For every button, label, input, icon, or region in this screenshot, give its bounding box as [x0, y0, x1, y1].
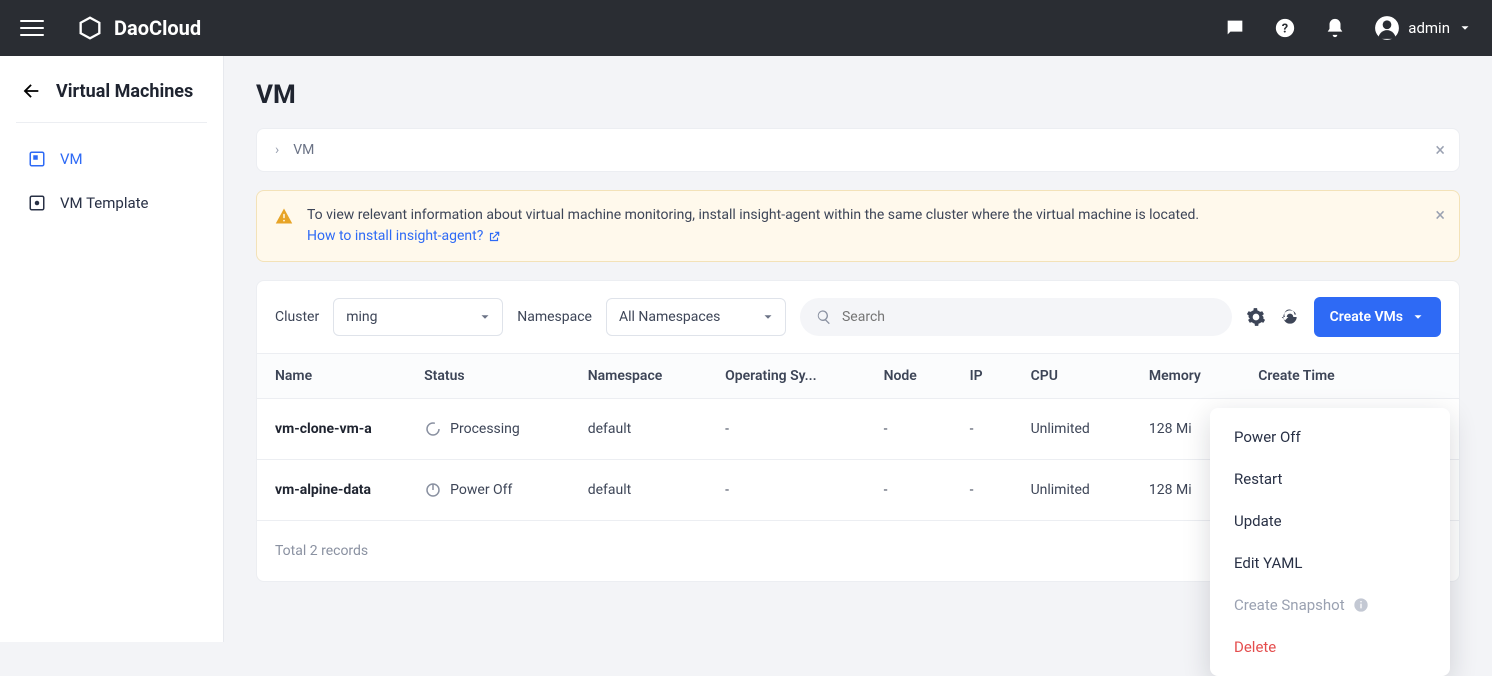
refresh-icon[interactable]: [1280, 307, 1300, 327]
gear-icon[interactable]: [1246, 307, 1266, 327]
col-ip[interactable]: IP: [952, 354, 1013, 399]
bell-icon[interactable]: [1324, 17, 1346, 39]
create-vm-button[interactable]: Create VMs: [1314, 297, 1441, 337]
cell-ip: -: [952, 399, 1013, 460]
menu-delete[interactable]: Delete: [1210, 626, 1450, 668]
page-title: VM: [256, 80, 1460, 110]
sidebar-title: Virtual Machines: [56, 81, 193, 102]
help-icon[interactable]: ?: [1274, 17, 1296, 39]
cell-ip: -: [952, 460, 1013, 521]
col-os[interactable]: Operating Sy...: [707, 354, 865, 399]
template-icon: [28, 194, 46, 212]
user-name: admin: [1408, 19, 1450, 37]
menu-edit-yaml[interactable]: Edit YAML: [1210, 542, 1450, 584]
cell-node: -: [866, 460, 952, 521]
cell-cpu: Unlimited: [1013, 460, 1131, 521]
col-name[interactable]: Name: [257, 354, 406, 399]
menu-power-off[interactable]: Power Off: [1210, 416, 1450, 458]
brand-logo-icon: [76, 14, 104, 42]
chat-icon[interactable]: [1224, 17, 1246, 39]
cell-cpu: Unlimited: [1013, 399, 1131, 460]
table-header-row: Name Status Namespace Operating Sy... No…: [257, 354, 1459, 399]
cell-os: -: [707, 460, 865, 521]
sidebar-header: Virtual Machines: [16, 80, 207, 123]
breadcrumb-item[interactable]: VM: [293, 142, 314, 158]
alert-link[interactable]: How to install insight-agent?: [307, 226, 501, 247]
brand[interactable]: DaoCloud: [76, 14, 201, 42]
breadcrumb: › VM ×: [256, 128, 1460, 172]
back-arrow-icon[interactable]: [20, 80, 42, 102]
sidebar-item-label: VM Template: [60, 194, 149, 212]
row-actions-menu: Power Off Restart Update Edit YAML Creat…: [1210, 408, 1450, 676]
brand-text: DaoCloud: [114, 16, 201, 40]
cell-ns: default: [570, 399, 707, 460]
cell-node: -: [866, 399, 952, 460]
menu-restart[interactable]: Restart: [1210, 458, 1450, 500]
col-cpu[interactable]: CPU: [1013, 354, 1131, 399]
cell-os: -: [707, 399, 865, 460]
warning-icon: [275, 207, 293, 225]
cell-name[interactable]: vm-clone-vm-a: [257, 399, 406, 460]
menu-create-snapshot: Create Snapshot: [1210, 584, 1450, 626]
search-input[interactable]: [842, 309, 1216, 325]
user-menu[interactable]: admin: [1374, 15, 1472, 41]
cell-status: Power Off: [406, 460, 570, 521]
chevron-right-icon: ›: [275, 142, 279, 158]
close-icon[interactable]: ×: [1435, 140, 1445, 161]
menu-toggle-icon[interactable]: [20, 16, 44, 40]
topbar: DaoCloud ? admin: [0, 0, 1492, 56]
cluster-label: Cluster: [275, 309, 319, 325]
col-status[interactable]: Status: [406, 354, 570, 399]
cluster-select[interactable]: ming: [333, 298, 503, 336]
sidebar-item-vm[interactable]: VM: [16, 137, 207, 181]
chevron-down-icon: [1458, 21, 1472, 35]
alert-close-icon[interactable]: ×: [1435, 205, 1445, 226]
chevron-down-icon: [1411, 310, 1425, 324]
cell-ns: default: [570, 460, 707, 521]
col-create-time[interactable]: Create Time: [1240, 354, 1391, 399]
chevron-down-icon: [761, 310, 775, 324]
processing-icon: [424, 420, 442, 438]
chevron-down-icon: [478, 310, 492, 324]
namespace-select[interactable]: All Namespaces: [606, 298, 786, 336]
cell-status: Processing: [406, 399, 570, 460]
col-memory[interactable]: Memory: [1131, 354, 1240, 399]
alert-text: To view relevant information about virtu…: [307, 207, 1199, 223]
vm-icon: [28, 150, 46, 168]
col-namespace[interactable]: Namespace: [570, 354, 707, 399]
search-icon: [816, 309, 832, 325]
info-icon: [1353, 597, 1369, 613]
cell-name[interactable]: vm-alpine-data: [257, 460, 406, 521]
avatar-icon: [1374, 15, 1400, 41]
total-records: Total 2 records: [275, 543, 368, 559]
info-alert: To view relevant information about virtu…: [256, 190, 1460, 262]
search-input-wrap[interactable]: [800, 298, 1232, 336]
external-link-icon: [487, 230, 501, 244]
power-off-icon: [424, 481, 442, 499]
sidebar-item-vm-template[interactable]: VM Template: [16, 181, 207, 225]
svg-text:?: ?: [1282, 22, 1288, 37]
table-toolbar: Cluster ming Namespace All Namespaces: [257, 281, 1459, 353]
col-node[interactable]: Node: [866, 354, 952, 399]
menu-update[interactable]: Update: [1210, 500, 1450, 542]
sidebar: Virtual Machines VM VM Template: [0, 56, 224, 642]
sidebar-item-label: VM: [60, 150, 83, 168]
namespace-label: Namespace: [517, 309, 592, 325]
